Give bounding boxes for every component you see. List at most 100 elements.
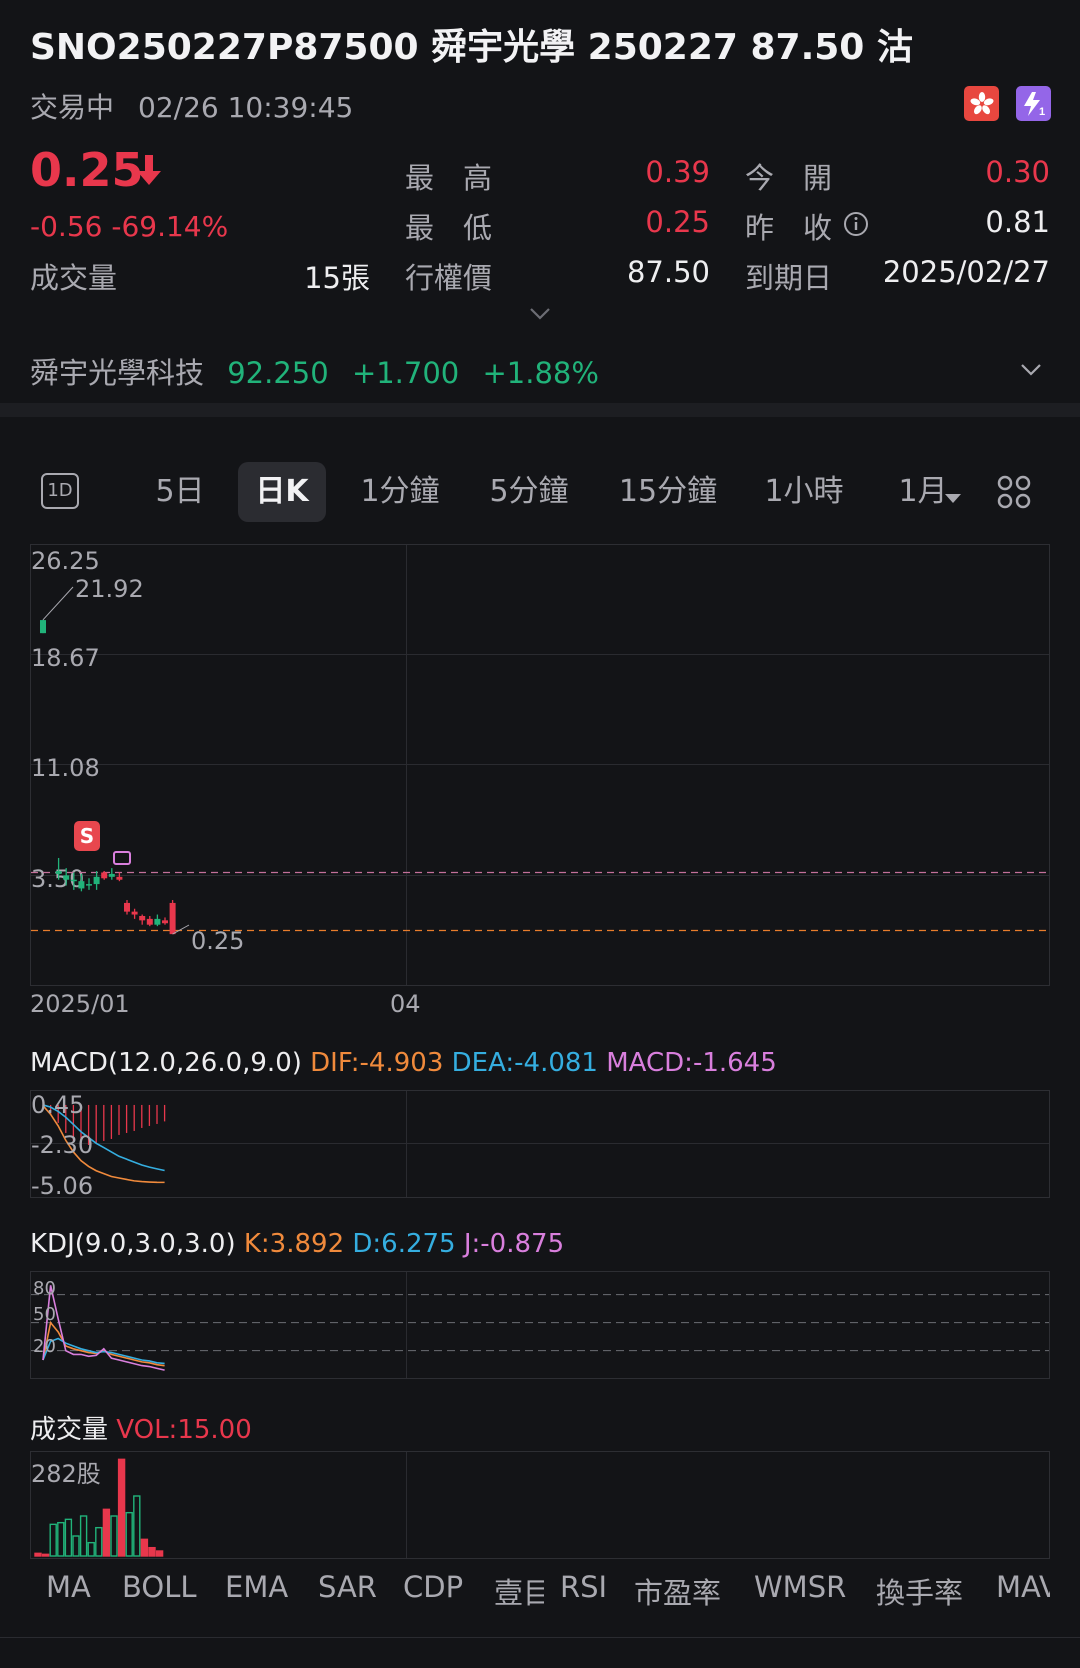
grid-menu-icon[interactable]: [996, 474, 1032, 514]
y-tick: -5.06: [31, 1172, 94, 1198]
candle-body: [139, 915, 146, 921]
kdj-chart[interactable]: 80 50 20: [30, 1271, 1050, 1379]
indicator-tabs: MA BOLL EMA SAR CDP 壹目 RSI 市盈率 WMSR 換手率 …: [0, 1560, 1080, 1620]
max-price-annotation: 21.92: [75, 575, 144, 603]
kdj-layer: [31, 1285, 1049, 1371]
macd-header[interactable]: MACD(12.0,26.0,9.0) DIF:-4.903 DEA:-4.08…: [30, 1048, 777, 1078]
volume-bar: [102, 1508, 111, 1557]
min-price-annotation: 0.25: [191, 927, 245, 955]
candle-body: [93, 876, 100, 885]
y-tick: 20: [33, 1336, 56, 1357]
indicator-tab[interactable]: 壹目: [494, 1570, 544, 1612]
high-value: 0.39: [645, 155, 710, 189]
volume-header[interactable]: 成交量 VOL:15.00: [30, 1409, 252, 1446]
tab-5min[interactable]: 5分鐘: [482, 462, 576, 522]
volume-bar: [133, 1495, 141, 1557]
period-tabs: 1D 5日 日K 1分鐘 5分鐘 15分鐘 1小時 1月: [0, 462, 1080, 524]
candle-body: [101, 872, 108, 879]
indicator-tab[interactable]: 換手率: [876, 1570, 963, 1612]
price-change: -0.56 -69.14%: [30, 210, 229, 243]
indicator-tab[interactable]: MAVOL: [996, 1570, 1050, 1604]
status-text: 交易中: [30, 91, 115, 124]
macd-dif: DIF:-4.903: [310, 1048, 444, 1078]
tab-1hour[interactable]: 1小時: [757, 462, 851, 522]
expiry-value: 2025/02/27: [882, 255, 1050, 289]
arrow-down-icon: [136, 155, 162, 189]
x-tick: 04: [390, 990, 421, 1018]
chevron-down-icon[interactable]: [1020, 362, 1042, 381]
volume-bar: [79, 1515, 88, 1557]
indicator-tab[interactable]: BOLL: [122, 1570, 197, 1604]
message-marker-icon[interactable]: [113, 851, 131, 865]
volume-bar: [125, 1511, 133, 1557]
lightning-level1-icon[interactable]: 1: [1016, 86, 1051, 121]
underlying-pct: +1.88%: [482, 356, 599, 390]
volume-chart[interactable]: 282股: [30, 1451, 1050, 1559]
hk-flag-icon: [964, 86, 999, 121]
indicator-tab[interactable]: WMSR: [754, 1570, 846, 1604]
tab-1min[interactable]: 1分鐘: [355, 462, 445, 522]
indicator-tab[interactable]: 市盈率: [634, 1570, 721, 1612]
strike-value: 87.50: [626, 255, 710, 289]
volume-bar: [117, 1458, 126, 1557]
expand-quote-chevron-icon[interactable]: [529, 306, 551, 325]
volume-value-label: VOL:15.00: [116, 1415, 252, 1445]
macd-chart[interactable]: 0.45 -2.30 -5.06: [30, 1090, 1050, 1198]
indicator-tab[interactable]: RSI: [560, 1570, 607, 1604]
candle-body: [55, 871, 62, 874]
tab-15min[interactable]: 15分鐘: [613, 462, 723, 522]
candle-body: [78, 881, 85, 889]
candle-body: [40, 620, 46, 634]
candle-body: [63, 875, 70, 880]
y-tick: 282股: [31, 1460, 101, 1488]
y-tick: -2.30: [31, 1131, 94, 1159]
volume-bar: [64, 1518, 73, 1557]
volume-title: 成交量: [30, 1415, 109, 1445]
volume-bar: [87, 1541, 95, 1557]
prev-close-label: 昨 收: [745, 211, 833, 245]
volume-bar: [41, 1553, 50, 1557]
macd-dea: DEA:-4.081: [451, 1048, 598, 1078]
macd-value: MACD:-1.645: [606, 1048, 777, 1078]
tab-1d[interactable]: 1D: [38, 462, 82, 522]
volume-bar: [34, 1552, 42, 1557]
volume-bar: [110, 1515, 118, 1557]
candle-body: [131, 911, 138, 915]
underlying-price: 92.250: [227, 356, 329, 390]
tab-daily-k[interactable]: 日K: [238, 462, 326, 522]
indicator-tab[interactable]: SAR: [318, 1570, 377, 1604]
expiry-label: 到期日: [745, 261, 833, 295]
tab-5d[interactable]: 5日: [140, 462, 220, 522]
volume-bar: [72, 1535, 80, 1557]
volume-bar: [155, 1550, 164, 1557]
kdj-k: K:3.892: [243, 1229, 345, 1259]
low-value: 0.25: [645, 205, 710, 239]
caret-down-icon[interactable]: [945, 489, 961, 508]
volume-bar: [148, 1546, 156, 1557]
indicator-tab[interactable]: EMA: [225, 1570, 288, 1604]
candle-body: [116, 876, 123, 880]
kdj-title: KDJ(9.0,3.0,3.0): [30, 1229, 236, 1259]
candle-body: [108, 873, 115, 877]
kdj-header[interactable]: KDJ(9.0,3.0,3.0) K:3.892 D:6.275 J:-0.87…: [30, 1229, 564, 1259]
indicator-tab[interactable]: CDP: [403, 1570, 463, 1604]
candlestick-chart[interactable]: 26.25 18.67 11.08 3.50 21.92 0.25 S: [30, 544, 1050, 986]
open-value: 0.30: [985, 155, 1050, 189]
indicator-tab[interactable]: MA: [46, 1570, 91, 1604]
trading-status: 交易中 02/26 10:39:45: [30, 86, 353, 126]
macd-layer: [42, 1104, 166, 1184]
volume-value: 15張: [304, 261, 370, 295]
low-label: 最 低: [405, 211, 493, 245]
prev-close-value: 0.81: [985, 205, 1050, 239]
svg-text:1: 1: [1039, 106, 1045, 118]
candles-layer: [31, 586, 1049, 935]
strike-label: 行權價: [405, 261, 493, 295]
underlying-row[interactable]: 舜宇光學科技 92.250 +1.700 +1.88%: [30, 350, 599, 392]
sell-signal-marker[interactable]: S: [74, 821, 100, 851]
y-tick: 50: [33, 1304, 56, 1325]
info-icon[interactable]: [843, 211, 869, 241]
candle-body: [70, 879, 77, 882]
x-tick: 2025/01: [30, 990, 130, 1018]
bottom-divider: [0, 1637, 1080, 1638]
volume-bars-layer: [34, 1458, 164, 1557]
